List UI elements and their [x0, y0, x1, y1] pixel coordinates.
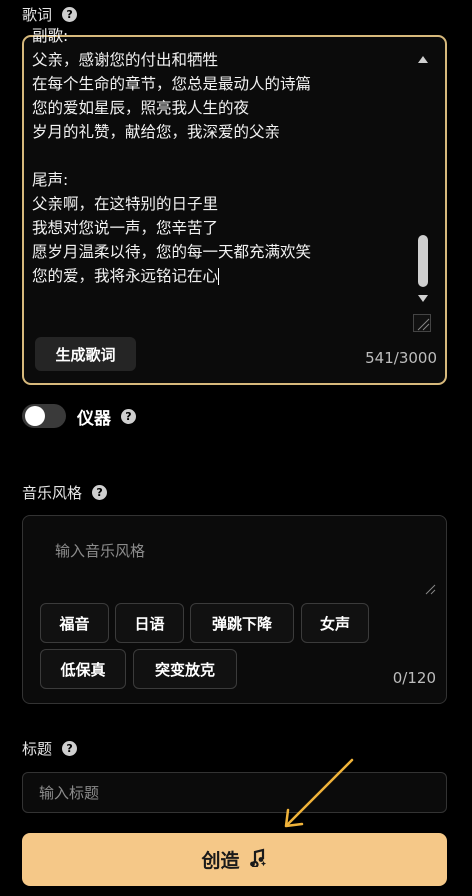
scroll-down-arrow-icon[interactable]	[418, 295, 428, 302]
music-style-input[interactable]: 输入音乐风格	[55, 540, 145, 561]
help-icon[interactable]: ?	[92, 485, 108, 500]
title-label: 标题	[22, 740, 53, 758]
lyrics-last-line-wrap: 您的爱，我将永远铭记在心	[32, 264, 392, 288]
music-style-label: 音乐风格	[22, 484, 83, 502]
resize-handle-icon[interactable]	[413, 314, 431, 332]
style-tag[interactable]: 弹跳下降	[190, 603, 294, 643]
style-tag[interactable]: 突变放克	[133, 649, 237, 689]
help-icon[interactable]: ?	[62, 741, 78, 756]
lyrics-line: 我想对您说一声，您辛苦了	[32, 219, 219, 237]
style-tag[interactable]: 福音	[40, 603, 109, 643]
help-icon[interactable]: ?	[121, 409, 136, 424]
lyrics-line: 在每个生命的章节，您总是最动人的诗篇	[32, 75, 312, 93]
style-tag[interactable]: 女声	[301, 603, 369, 643]
text-caret	[218, 268, 220, 285]
annotation-arrow-icon	[284, 758, 354, 828]
lyrics-line	[32, 144, 392, 168]
title-input[interactable]: 输入标题	[22, 772, 447, 813]
style-tag[interactable]: 日语	[115, 603, 184, 643]
resize-handle-icon[interactable]	[424, 580, 436, 595]
lyrics-line: 您的爱，我将永远铭记在心	[32, 267, 219, 285]
generate-lyrics-button[interactable]: 生成歌词	[35, 337, 136, 371]
create-button[interactable]: 创造	[22, 833, 447, 886]
scroll-up-arrow-icon[interactable]	[418, 56, 428, 63]
lyrics-line: 岁月的礼赞，献给您，我深爱的父亲	[32, 123, 281, 141]
instrument-label: 仪器	[77, 409, 111, 429]
help-icon[interactable]: ?	[62, 7, 78, 22]
lyrics-textarea[interactable]: 副歌: 父亲，感谢您的付出和牺牲 在每个生命的章节，您总是最动人的诗篇 您的爱如…	[32, 24, 392, 314]
title-label-row: 标题 ?	[22, 738, 78, 759]
lyrics-line: 尾声:	[32, 171, 69, 189]
style-tag[interactable]: 低保真	[40, 649, 126, 689]
scrollbar-thumb[interactable]	[418, 235, 428, 287]
create-button-label: 创造	[201, 850, 240, 872]
music-style-label-row: 音乐风格 ?	[22, 482, 108, 503]
lyrics-char-count: 541/3000	[365, 349, 437, 367]
lyrics-line: 父亲，感谢您的付出和牺牲	[32, 51, 219, 69]
lyrics-label-row: 歌词 ?	[22, 4, 78, 25]
instrument-label-row: 仪器 ?	[77, 404, 136, 429]
music-style-char-count: 0/120	[392, 669, 436, 687]
toggle-knob	[25, 406, 45, 426]
lyrics-line: 愿岁月温柔以待，您的每一天都充满欢笑	[32, 243, 312, 261]
lyrics-line: 您的爱如星辰，照亮我人生的夜	[32, 99, 250, 117]
lyrics-line: 副歌:	[32, 27, 69, 45]
lyrics-label: 歌词	[22, 6, 53, 24]
music-note-sparkle-icon	[248, 847, 268, 872]
lyrics-line: 父亲啊，在这特别的日子里	[32, 195, 219, 213]
